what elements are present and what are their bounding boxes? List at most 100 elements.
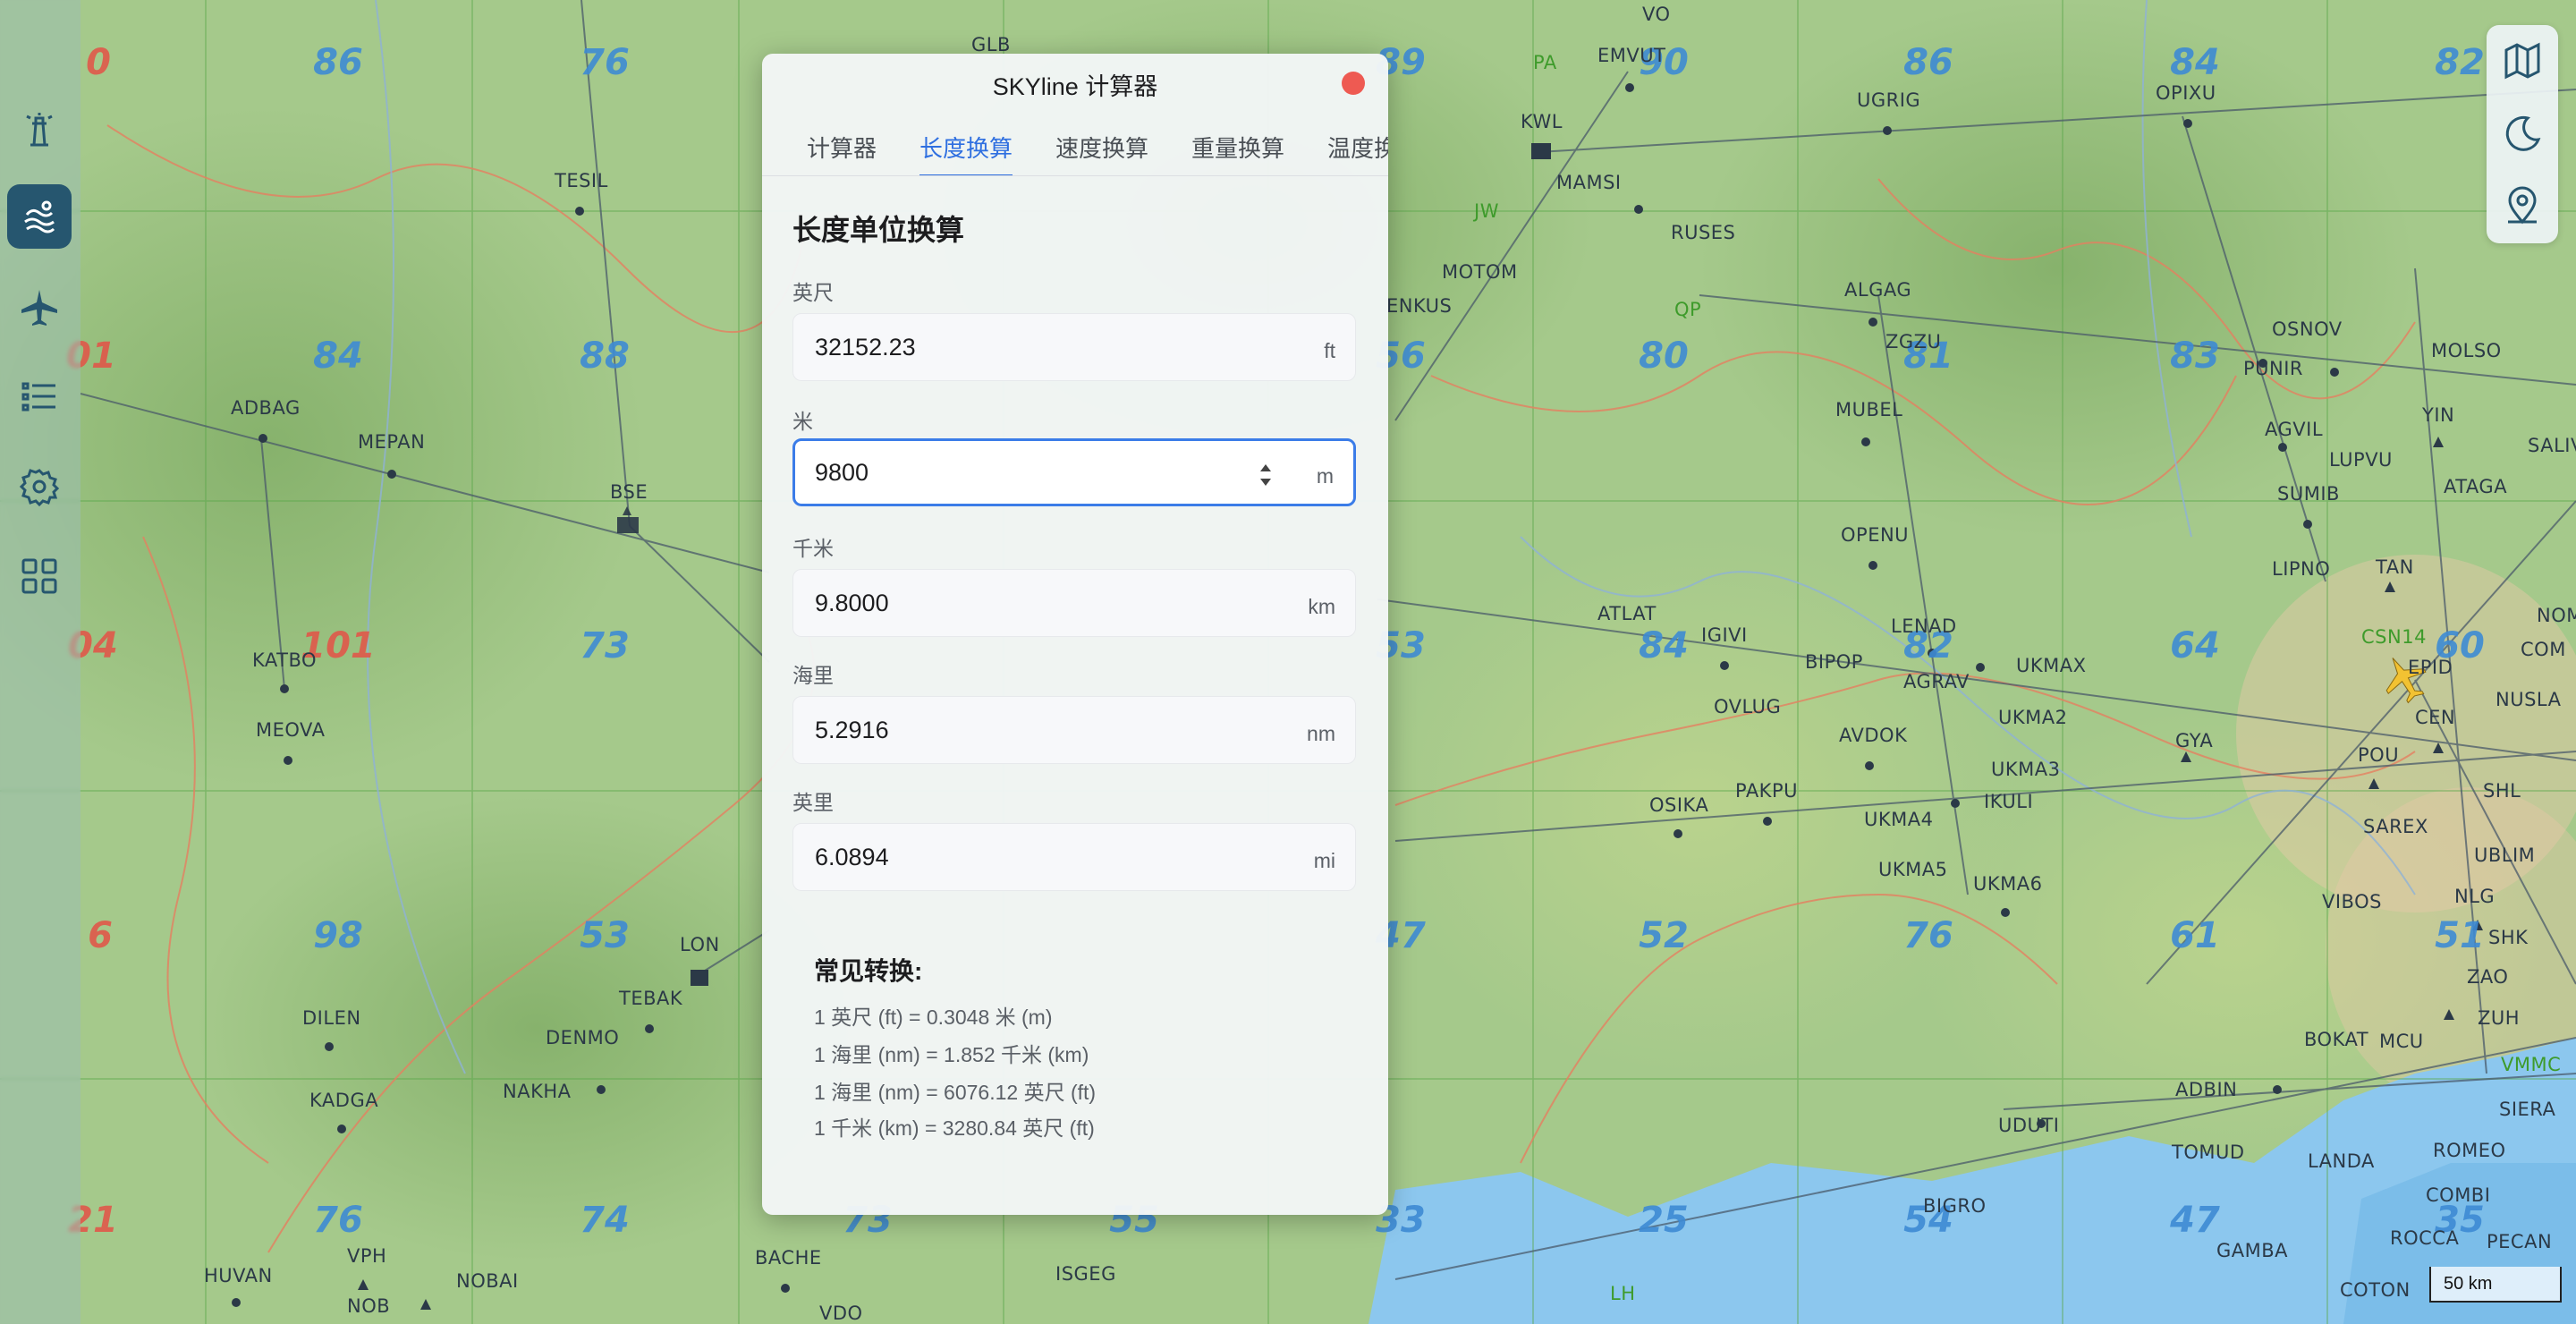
waypoint-label: PA: [1533, 52, 1557, 73]
waypoint-label: NLG: [2454, 886, 2496, 907]
grid-mora-label: 51: [2435, 915, 2485, 956]
tab-weight[interactable]: 重量换算: [1191, 131, 1284, 174]
feet-input[interactable]: 32152.23 ft: [792, 313, 1356, 381]
waypoint-label: NAKHA: [503, 1081, 572, 1102]
tab-bar: 计算器 长度换算 速度换算 重量换算 温度换算: [762, 118, 1388, 176]
sidebar-apps-button[interactable]: [7, 544, 72, 608]
waypoint-label: PECAN: [2487, 1231, 2553, 1252]
waypoint-label: SAREX: [2363, 816, 2428, 837]
sidebar-list-button[interactable]: [7, 365, 72, 429]
waypoint-label: LUPVU: [2329, 449, 2393, 471]
waypoint-label: IGIVI: [1701, 624, 1748, 646]
waypoint-label: BACHE: [755, 1247, 822, 1269]
waypoint-label: TESIL: [555, 170, 608, 191]
waypoint-label: UDUTI: [1998, 1115, 2060, 1136]
sidebar-weather-button[interactable]: [7, 184, 72, 249]
list-icon: [21, 382, 55, 412]
mile-unit: mi: [1313, 849, 1335, 872]
grid-mora-label: 64: [2170, 625, 2220, 666]
grid-mora-label: 74: [580, 1200, 630, 1241]
waypoint-label: NOBAI: [456, 1270, 519, 1292]
waypoint-label: NOB: [347, 1295, 391, 1317]
sidebar-plane-button[interactable]: [7, 276, 72, 340]
waypoint-label: BSE: [610, 481, 648, 503]
sidebar-settings-button[interactable]: [7, 454, 72, 519]
waypoint-label: MEOVA: [256, 719, 326, 741]
plane-icon: [21, 290, 57, 326]
nautical-mile-input[interactable]: 5.2916 nm: [792, 696, 1356, 764]
map-icon: [2504, 42, 2540, 80]
waypoint-label: AGVIL: [2265, 419, 2324, 440]
map-layers-button[interactable]: [2496, 34, 2549, 88]
waypoint-label: MCU: [2379, 1031, 2424, 1052]
waypoint-label: UKMAX: [2016, 655, 2087, 676]
kilometer-input[interactable]: 9.8000 km: [792, 569, 1356, 637]
waypoint-label: UKMA6: [1973, 873, 2043, 895]
waypoint-label: GAMBA: [2216, 1240, 2289, 1261]
waypoint-label: COTON: [2340, 1279, 2411, 1301]
waypoint-label: SALIV: [2528, 435, 2576, 456]
grid-mora-label: 83: [2170, 335, 2220, 377]
waypoint-label: IKULI: [1984, 791, 2034, 812]
grid-mora-label: 80: [1639, 335, 1689, 377]
waypoint-label: SUMIB: [2277, 483, 2340, 505]
waypoint-label: OVLUG: [1714, 696, 1782, 717]
waypoint-label: UBLIM: [2474, 844, 2536, 866]
waypoint-label: DENMO: [546, 1027, 620, 1048]
window-title: SKYline 计算器: [992, 72, 1158, 100]
grid-mora-label: 82: [2435, 42, 2485, 83]
waypoint-label: OSIKA: [1649, 794, 1709, 816]
tab-temperature[interactable]: 温度换算: [1327, 131, 1388, 174]
calculator-window: SKYline 计算器 计算器 长度换算 速度换算 重量换算 温度换算 长度单位…: [762, 54, 1388, 1215]
grid-mora-label: 86: [313, 42, 363, 83]
waypoint-label: UKMA2: [1998, 707, 2068, 728]
waypoint-label: OPIXU: [2156, 82, 2216, 104]
waypoint-label: OSNOV: [2272, 318, 2343, 340]
grid-mora-label: 47: [2170, 1200, 2220, 1241]
grid-mora-label: 98: [313, 915, 363, 956]
waypoint-label: ENKUS: [1386, 295, 1453, 317]
waypoint-label: VIBOS: [2322, 891, 2382, 912]
mile-input[interactable]: 6.0894 mi: [792, 823, 1356, 891]
tab-calculator[interactable]: 计算器: [807, 131, 877, 174]
waypoint-label: MEPAN: [358, 431, 426, 453]
waypoint-label: ROMEO: [2433, 1140, 2506, 1161]
grid-icon: [21, 558, 57, 594]
waypoint-label: KATBO: [252, 649, 318, 671]
locate-button[interactable]: [2496, 179, 2549, 233]
grid-mora-label: 6: [88, 915, 113, 956]
waypoint-label: UKMA4: [1864, 809, 1934, 830]
waypoint-label: ADBIN: [2175, 1079, 2238, 1100]
grid-mora-label: 84: [313, 335, 363, 377]
waypoint-label: ZGZU: [1885, 331, 1942, 352]
waypoint-label: AVDOK: [1839, 725, 1908, 746]
section-title: 长度单位换算: [792, 214, 965, 246]
waypoint-label: VDO: [819, 1303, 863, 1324]
waypoint-label: MOLSO: [2431, 340, 2502, 361]
waypoint-label: AGRAV: [1903, 671, 1970, 692]
grid-mora-label: 61: [2170, 915, 2220, 956]
number-stepper-icon[interactable]: [1257, 459, 1275, 491]
tab-length[interactable]: 长度换算: [919, 131, 1013, 175]
waypoint-label: DILEN: [302, 1007, 361, 1029]
grid-mora-label: 84: [1639, 625, 1689, 666]
waypoint-label: YIN: [2422, 404, 2455, 426]
waypoint-label: BOKAT: [2304, 1029, 2369, 1050]
meter-input[interactable]: 9800 m: [792, 438, 1356, 506]
lighthouse-icon: [26, 113, 53, 147]
grid-mora-label: 84: [2170, 42, 2220, 83]
waypoint-label: TEBAK: [619, 988, 683, 1009]
meter-label: 米: [792, 410, 813, 433]
sidebar-lighthouse-button[interactable]: [7, 97, 72, 161]
tab-speed[interactable]: 速度换算: [1055, 131, 1148, 174]
waypoint-label: RUSES: [1671, 222, 1736, 243]
waypoint-label: NUSLA: [2496, 689, 2562, 710]
waypoint-label: EMVUT: [1597, 45, 1666, 66]
grid-mora-label: 86: [1903, 42, 1953, 83]
map-scale: 50 km: [2429, 1267, 2562, 1303]
night-mode-button[interactable]: [2496, 107, 2549, 161]
map-tools-bar: [2487, 25, 2558, 243]
waypoint-label: ALGAG: [1844, 279, 1912, 301]
close-button[interactable]: [1342, 72, 1365, 95]
nautical-mile-value: 5.2916: [815, 717, 889, 743]
